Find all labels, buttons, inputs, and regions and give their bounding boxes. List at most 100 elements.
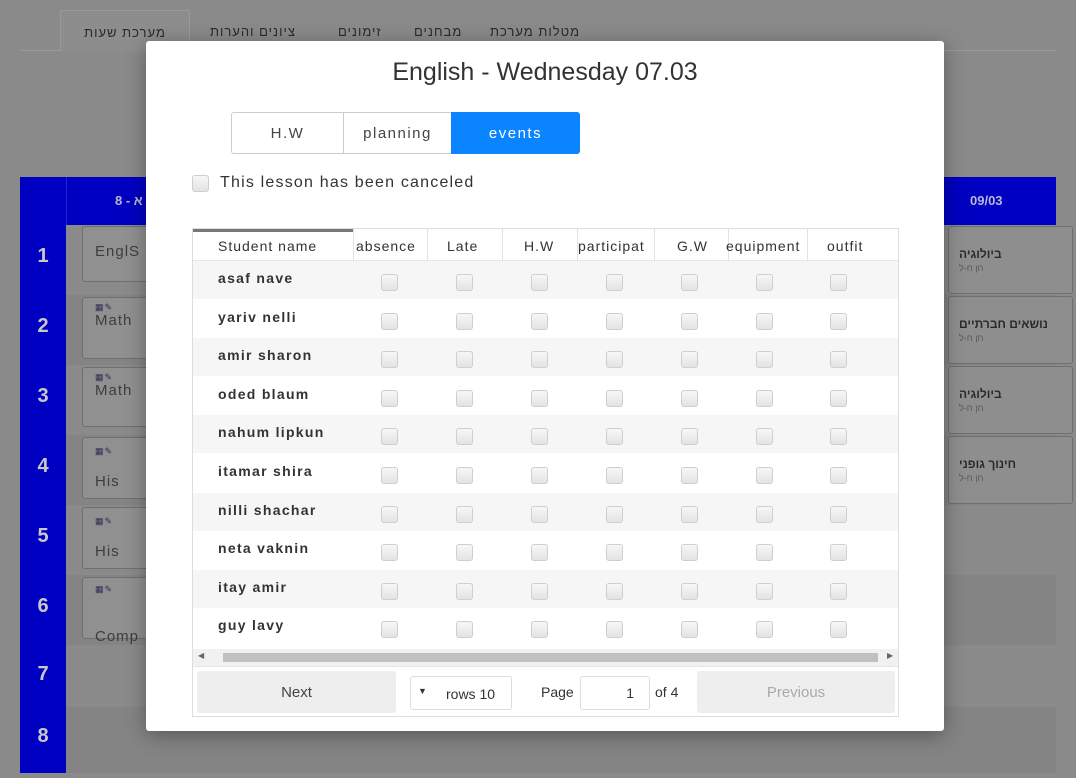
scrollbar-thumb[interactable] <box>223 653 878 662</box>
equipment-checkbox[interactable] <box>756 351 773 369</box>
outfit-checkbox[interactable] <box>830 582 847 600</box>
horizontal-scrollbar[interactable]: ◀ ▶ <box>193 649 898 666</box>
outfit-checkbox[interactable] <box>830 274 847 291</box>
late-checkbox[interactable] <box>456 621 473 639</box>
gw-checkbox[interactable] <box>681 582 698 600</box>
outfit-checkbox[interactable] <box>830 544 847 562</box>
day-header-right: 09/03 <box>970 193 1003 208</box>
table-row: itay amir <box>193 569 898 608</box>
absence-checkbox[interactable] <box>381 505 398 523</box>
late-checkbox[interactable] <box>456 505 473 523</box>
gw-checkbox[interactable] <box>681 351 698 369</box>
lesson-label: Math <box>95 382 133 399</box>
column-hw[interactable]: H.W <box>524 229 554 261</box>
participation-checkbox[interactable] <box>606 428 623 446</box>
participation-checkbox[interactable] <box>606 274 623 291</box>
absence-checkbox[interactable] <box>381 274 398 291</box>
previous-button[interactable]: Previous <box>697 671 895 713</box>
tab-events[interactable]: events <box>451 112 580 154</box>
column-outfit[interactable]: outfit <box>827 229 872 261</box>
late-checkbox[interactable] <box>456 467 473 484</box>
scroll-left-icon[interactable]: ◀ <box>198 651 204 660</box>
equipment-checkbox[interactable] <box>756 467 773 484</box>
equipment-checkbox[interactable] <box>756 544 773 562</box>
absence-checkbox[interactable] <box>381 544 398 562</box>
absence-checkbox[interactable] <box>381 389 398 407</box>
tab-hw[interactable]: H.W <box>231 112 344 154</box>
absence-checkbox[interactable] <box>381 582 398 600</box>
next-button[interactable]: Next <box>197 671 396 713</box>
table-row: guy lavy <box>193 608 898 646</box>
hw-checkbox[interactable] <box>531 621 548 639</box>
equipment-checkbox[interactable] <box>756 274 773 291</box>
participation-checkbox[interactable] <box>606 544 623 562</box>
hw-checkbox[interactable] <box>531 389 548 407</box>
gw-checkbox[interactable] <box>681 428 698 446</box>
participation-checkbox[interactable] <box>606 582 623 600</box>
column-participation[interactable]: participat <box>578 229 654 261</box>
canceled-checkbox[interactable] <box>192 174 209 192</box>
participation-checkbox[interactable] <box>606 312 623 330</box>
gw-checkbox[interactable] <box>681 621 698 639</box>
participation-checkbox[interactable] <box>606 351 623 369</box>
late-checkbox[interactable] <box>456 389 473 407</box>
outfit-checkbox[interactable] <box>830 312 847 330</box>
column-absence[interactable]: absence <box>356 229 416 261</box>
equipment-checkbox[interactable] <box>756 582 773 600</box>
equipment-checkbox[interactable] <box>756 389 773 407</box>
hw-checkbox[interactable] <box>531 274 548 291</box>
outfit-checkbox[interactable] <box>830 351 847 369</box>
column-student-name[interactable]: Student name <box>193 229 353 261</box>
gw-checkbox[interactable] <box>681 389 698 407</box>
lesson-card-right[interactable]: חינוך גופני חן ח-ל <box>948 436 1073 504</box>
absence-checkbox[interactable] <box>381 428 398 446</box>
absence-checkbox[interactable] <box>381 312 398 330</box>
rows-per-page-value: rows 10 <box>446 686 496 702</box>
late-checkbox[interactable] <box>456 544 473 562</box>
page-number-input[interactable]: 1 <box>580 676 650 710</box>
lesson-card-right[interactable]: ביולוגיה חן ח-ל <box>948 366 1073 434</box>
late-checkbox[interactable] <box>456 274 473 291</box>
column-gw[interactable]: G.W <box>677 229 708 261</box>
participation-checkbox[interactable] <box>606 467 623 484</box>
gw-checkbox[interactable] <box>681 544 698 562</box>
gw-checkbox[interactable] <box>681 312 698 330</box>
outfit-checkbox[interactable] <box>830 467 847 484</box>
absence-checkbox[interactable] <box>381 621 398 639</box>
participation-checkbox[interactable] <box>606 621 623 639</box>
gw-checkbox[interactable] <box>681 505 698 523</box>
tab-planning[interactable]: planning <box>343 112 452 154</box>
rows-per-page-select[interactable]: ▼ rows 10 <box>410 676 512 710</box>
hw-checkbox[interactable] <box>531 351 548 369</box>
hw-checkbox[interactable] <box>531 428 548 446</box>
column-late[interactable]: Late <box>447 229 478 261</box>
absence-checkbox[interactable] <box>381 467 398 484</box>
hw-checkbox[interactable] <box>531 312 548 330</box>
lesson-card-right[interactable]: נושאים חברתיים חן ח-ל <box>948 296 1073 364</box>
outfit-checkbox[interactable] <box>830 428 847 446</box>
equipment-checkbox[interactable] <box>756 312 773 330</box>
column-equipment[interactable]: equipment <box>726 229 800 261</box>
scroll-right-icon[interactable]: ▶ <box>887 651 893 660</box>
gw-checkbox[interactable] <box>681 467 698 484</box>
participation-checkbox[interactable] <box>606 505 623 523</box>
late-checkbox[interactable] <box>456 428 473 446</box>
student-name: itamar shira <box>218 463 313 479</box>
late-checkbox[interactable] <box>456 351 473 369</box>
late-checkbox[interactable] <box>456 312 473 330</box>
outfit-checkbox[interactable] <box>830 505 847 523</box>
gw-checkbox[interactable] <box>681 274 698 291</box>
equipment-checkbox[interactable] <box>756 428 773 446</box>
absence-checkbox[interactable] <box>381 351 398 369</box>
equipment-checkbox[interactable] <box>756 621 773 639</box>
lesson-card-right[interactable]: ביולוגיה חן ח-ל <box>948 226 1073 294</box>
late-checkbox[interactable] <box>456 582 473 600</box>
hw-checkbox[interactable] <box>531 544 548 562</box>
hw-checkbox[interactable] <box>531 467 548 484</box>
participation-checkbox[interactable] <box>606 389 623 407</box>
hw-checkbox[interactable] <box>531 582 548 600</box>
hw-checkbox[interactable] <box>531 505 548 523</box>
outfit-checkbox[interactable] <box>830 621 847 639</box>
outfit-checkbox[interactable] <box>830 389 847 407</box>
equipment-checkbox[interactable] <box>756 505 773 523</box>
